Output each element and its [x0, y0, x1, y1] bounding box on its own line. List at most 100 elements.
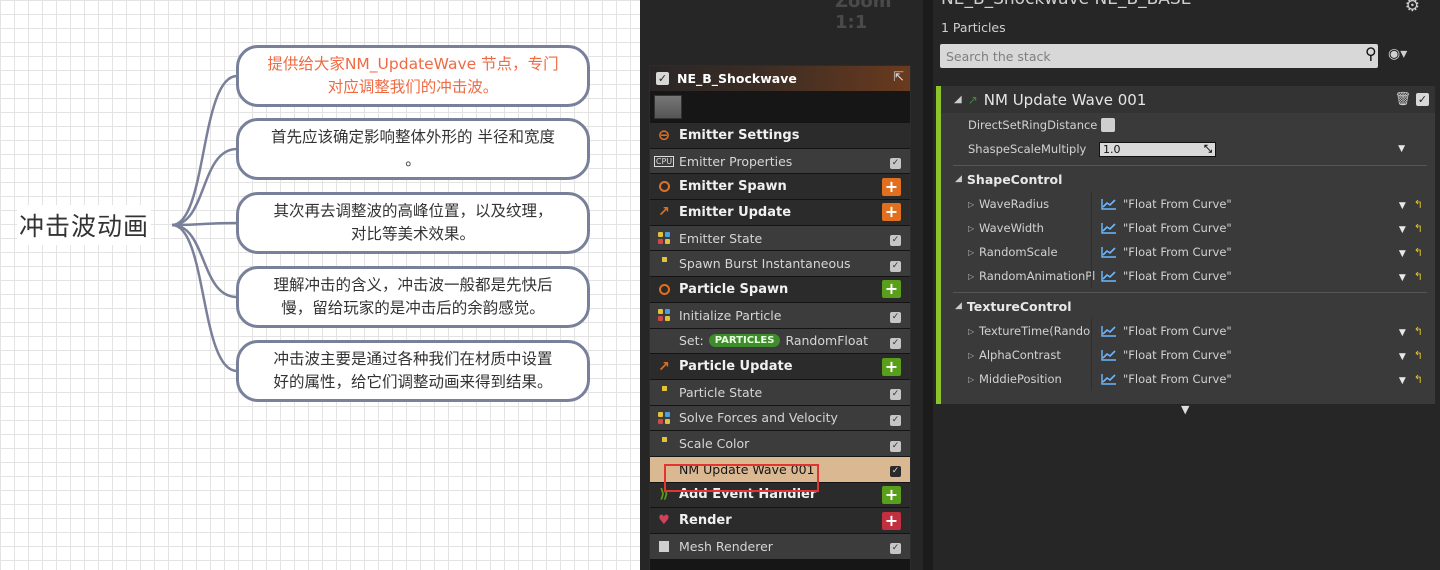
emitter-enable-checkbox[interactable]: ✓: [656, 72, 669, 85]
expand-triangle-icon[interactable]: ▷: [968, 224, 974, 233]
parameter-row[interactable]: ▷ AlphaContrast "Float From Curve" ▼ ↰: [941, 343, 1435, 367]
dropdown-arrow-icon[interactable]: ▼: [1399, 201, 1406, 211]
reset-arrow-icon[interactable]: ↰: [1414, 246, 1423, 259]
stack-section[interactable]: ♥ Render +: [650, 508, 910, 534]
dropdown-arrow-icon[interactable]: ▼: [1399, 376, 1406, 386]
add-module-button[interactable]: +: [882, 203, 901, 222]
emitter-node[interactable]: ✓ NE_B_Shockwave ⇱ ⊖ Emitter Settings CPU E…: [649, 65, 911, 570]
parameter-row[interactable]: ▷ RandomAnimationPl "Float From Curve" ▼ ↰: [941, 264, 1435, 288]
panel-splitter[interactable]: [923, 0, 933, 570]
search-icon[interactable]: ⚲: [1365, 44, 1377, 63]
expand-more-icon[interactable]: ▼: [1181, 403, 1189, 416]
curve-value[interactable]: "Float From Curve": [1101, 197, 1232, 211]
curve-value[interactable]: "Float From Curve": [1101, 245, 1232, 259]
settings-gear-icon[interactable]: ⚙: [1405, 0, 1420, 16]
add-module-button[interactable]: +: [882, 357, 901, 376]
drag-handle-icon[interactable]: ⤡: [1204, 144, 1212, 155]
reset-arrow-icon[interactable]: ↰: [1414, 325, 1423, 338]
module-enable-checkbox[interactable]: ✓: [890, 461, 901, 478]
param-group-header[interactable]: ◢ ShapeControl: [941, 166, 1435, 192]
parameter-row[interactable]: DirectSetRingDistance: [941, 113, 1435, 137]
stack-module[interactable]: Set: PARTICLES RandomFloat ✓: [650, 328, 910, 355]
add-module-button[interactable]: +: [882, 511, 901, 530]
bool-checkbox[interactable]: [1101, 118, 1115, 132]
dropdown-arrow-icon[interactable]: ▼: [1399, 225, 1406, 235]
stack-module[interactable]: Particle State ✓: [650, 379, 910, 406]
float-input[interactable]: 1.0 ⤡: [1099, 141, 1216, 157]
parameter-row[interactable]: ShaspeScaleMultiply 1.0 ⤡ ▼: [941, 137, 1435, 161]
expand-triangle-icon[interactable]: ▷: [968, 200, 974, 209]
module-enable-checkbox[interactable]: ✓: [890, 230, 901, 247]
expand-triangle-icon[interactable]: ▷: [968, 375, 974, 384]
stack-module[interactable]: Mesh Renderer ✓: [650, 534, 910, 560]
param-tools[interactable]: ▼ ↰: [1399, 373, 1423, 386]
module-enable-checkbox[interactable]: ✓: [890, 436, 901, 452]
delete-trash-icon[interactable]: 🗑: [1394, 92, 1411, 107]
add-module-button[interactable]: +: [882, 177, 901, 196]
dropdown-arrow-icon[interactable]: ▼: [1399, 273, 1406, 283]
module-enable-checkbox[interactable]: ✓: [890, 333, 901, 349]
stack-module[interactable]: Initialize Particle ✓: [650, 302, 910, 329]
param-tools[interactable]: ▼ ↰: [1399, 325, 1423, 338]
module-enable-checkbox[interactable]: ✓: [890, 256, 901, 272]
emitter-header[interactable]: ✓ NE_B_Shockwave ⇱: [650, 66, 910, 91]
stack-section[interactable]: ↗ Emitter Update +: [650, 200, 910, 226]
module-enable-checkbox[interactable]: ✓: [890, 384, 901, 401]
parameter-row[interactable]: ▷ RandomScale "Float From Curve" ▼ ↰: [941, 240, 1435, 264]
module-enable-checkbox[interactable]: ✓: [890, 307, 901, 324]
module-enable-checkbox[interactable]: ✓: [890, 153, 901, 170]
curve-value[interactable]: "Float From Curve": [1101, 372, 1232, 386]
dropdown-arrow-icon[interactable]: ▼: [1398, 144, 1405, 154]
stack-section[interactable]: Particle Spawn +: [650, 277, 910, 303]
system-graph[interactable]: Zoom 1:1 ✓ NE_B_Shockwave ⇱ ⊖ Emitter Set…: [640, 0, 930, 570]
reset-arrow-icon[interactable]: ↰: [1414, 222, 1423, 235]
expand-triangle-icon[interactable]: ▷: [968, 351, 974, 360]
parameter-row[interactable]: ▷ WaveRadius "Float From Curve" ▼ ↰: [941, 192, 1435, 216]
add-module-button[interactable]: +: [882, 485, 901, 504]
expand-triangle-icon[interactable]: ▷: [968, 272, 974, 281]
param-tools[interactable]: ▼ ↰: [1399, 270, 1423, 283]
collapse-triangle-icon[interactable]: ◢: [955, 301, 962, 311]
stack-module[interactable]: NM Update Wave 001 ✓: [650, 456, 910, 483]
stack-module[interactable]: Scale Color ✓: [650, 431, 910, 457]
stack-module[interactable]: Spawn Burst Instantaneous ✓: [650, 251, 910, 278]
reset-arrow-icon[interactable]: ↰: [1414, 373, 1423, 386]
stack-section[interactable]: Emitter Spawn +: [650, 174, 910, 201]
parameter-row[interactable]: ▷ TextureTime(Rando "Float From Curve" ▼ ↰: [941, 319, 1435, 343]
stack-section[interactable]: ⟫ Add Event Handler +: [650, 482, 910, 509]
stack-module[interactable]: Emitter State ✓: [650, 225, 910, 252]
reset-arrow-icon[interactable]: ↰: [1414, 270, 1423, 283]
dropdown-arrow-icon[interactable]: ▼: [1399, 249, 1406, 259]
reset-arrow-icon[interactable]: ↰: [1414, 198, 1423, 211]
open-external-icon[interactable]: ⇱: [893, 70, 904, 85]
expand-triangle-icon[interactable]: ▷: [968, 248, 974, 257]
parameter-row[interactable]: ▷ MiddiePosition "Float From Curve" ▼ ↰: [941, 367, 1435, 391]
stack-module[interactable]: Solve Forces and Velocity ✓: [650, 405, 910, 432]
dropdown-arrow-icon[interactable]: ▼: [1399, 352, 1406, 362]
stack-search-input[interactable]: [940, 44, 1378, 68]
add-module-button[interactable]: +: [882, 280, 901, 299]
collapse-triangle-icon[interactable]: ◢: [955, 174, 962, 184]
module-enable-checkbox[interactable]: ✓: [890, 410, 901, 426]
curve-value[interactable]: "Float From Curve": [1101, 348, 1232, 362]
param-group-header[interactable]: ◢ TextureControl: [941, 293, 1435, 319]
stack-section[interactable]: ⊖ Emitter Settings: [650, 123, 910, 149]
param-tools[interactable]: ▼ ↰: [1399, 246, 1423, 259]
param-tools[interactable]: ▼ ↰: [1399, 349, 1423, 362]
module-enable-checkbox[interactable]: ✓: [890, 538, 901, 555]
param-tools[interactable]: ▼ ↰: [1399, 222, 1423, 235]
curve-value[interactable]: "Float From Curve": [1101, 221, 1232, 235]
reset-arrow-icon[interactable]: ↰: [1414, 349, 1423, 362]
param-tools[interactable]: ▼ ↰: [1399, 198, 1423, 211]
curve-value[interactable]: "Float From Curve": [1101, 269, 1232, 283]
curve-value[interactable]: "Float From Curve": [1101, 324, 1232, 338]
stack-module[interactable]: CPU Emitter Properties ✓: [650, 148, 910, 175]
parameter-row[interactable]: ▷ WaveWidth "Float From Curve" ▼ ↰: [941, 216, 1435, 240]
module-enable-checkbox[interactable]: ✓: [1416, 93, 1429, 106]
dropdown-arrow-icon[interactable]: ▼: [1399, 328, 1406, 338]
module-header[interactable]: ◢ ↗ NM Update Wave 001 🗑 ✓: [941, 86, 1435, 113]
visibility-eye-icon[interactable]: ◉▾: [1388, 46, 1407, 62]
stack-section[interactable]: ↗ Particle Update +: [650, 354, 910, 380]
float-value-field[interactable]: 1.0 ⤡: [1099, 141, 1216, 157]
collapse-triangle-icon[interactable]: ◢: [954, 94, 962, 105]
